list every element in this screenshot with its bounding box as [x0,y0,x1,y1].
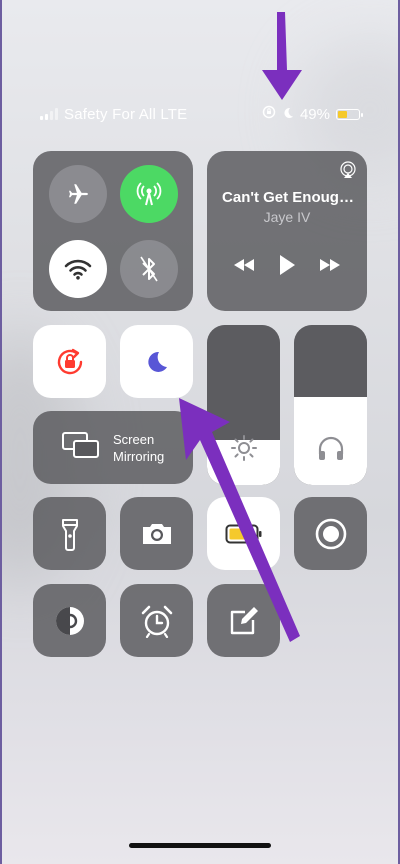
flashlight-button[interactable] [33,497,106,570]
antenna-icon [136,182,162,206]
orientation-lock-button[interactable] [33,325,106,398]
battery-icon [225,524,261,543]
battery-icon [336,108,363,120]
screen-mirroring-label-line1: Screen [113,431,155,447]
notes-icon [230,606,258,634]
now-playing-module[interactable]: Can't Get Enoug… Jaye IV [207,151,367,311]
bluetooth-toggle[interactable] [120,240,178,298]
wifi-icon [64,259,92,280]
rotation-lock-icon [57,348,82,374]
headphones-icon [316,434,346,467]
camera-button[interactable] [120,497,193,570]
sun-icon [230,434,258,467]
screen-recording-button[interactable] [294,497,367,570]
airplane-mode-toggle[interactable] [49,165,107,223]
airplay-icon[interactable] [339,161,357,184]
do-not-disturb-button[interactable] [120,325,193,398]
bluetooth-icon [140,256,158,282]
flashlight-icon [61,518,78,551]
home-indicator[interactable] [129,843,271,848]
wifi-toggle[interactable] [49,240,107,298]
connectivity-module [33,151,193,311]
signal-strength-icon [40,108,58,120]
next-track-icon[interactable] [319,258,341,277]
cellular-data-toggle[interactable] [120,165,178,223]
screen-mirroring-label-line2: Mirroring [113,448,165,464]
status-bar: Safety For All LTE 49% [40,103,363,125]
battery-percent: 49% [299,105,330,123]
play-icon[interactable] [278,254,296,281]
notes-button[interactable] [207,584,280,657]
color-filter-button[interactable] [33,584,106,657]
carrier-label: Safety For All LTE [64,105,188,123]
volume-slider[interactable] [294,325,367,485]
record-icon [315,518,346,549]
song-artist: Jaye IV [263,209,311,225]
alarm-button[interactable] [120,584,193,657]
annotation-arrow-top [262,12,302,100]
low-power-mode-button[interactable] [207,497,280,570]
screen-mirroring-button[interactable]: Screen Mirroring [33,411,193,484]
camera-icon [142,523,171,544]
song-title: Can't Get Enoug… [222,189,354,206]
moon-icon [282,106,294,123]
moon-icon [147,351,167,372]
screen-mirroring-icon [61,431,101,464]
color-filter-icon [55,606,84,635]
orientation-lock-icon [262,105,276,123]
previous-track-icon[interactable] [233,258,255,277]
alarm-icon [141,605,172,638]
brightness-slider[interactable] [207,325,280,485]
airplane-icon [69,184,88,204]
